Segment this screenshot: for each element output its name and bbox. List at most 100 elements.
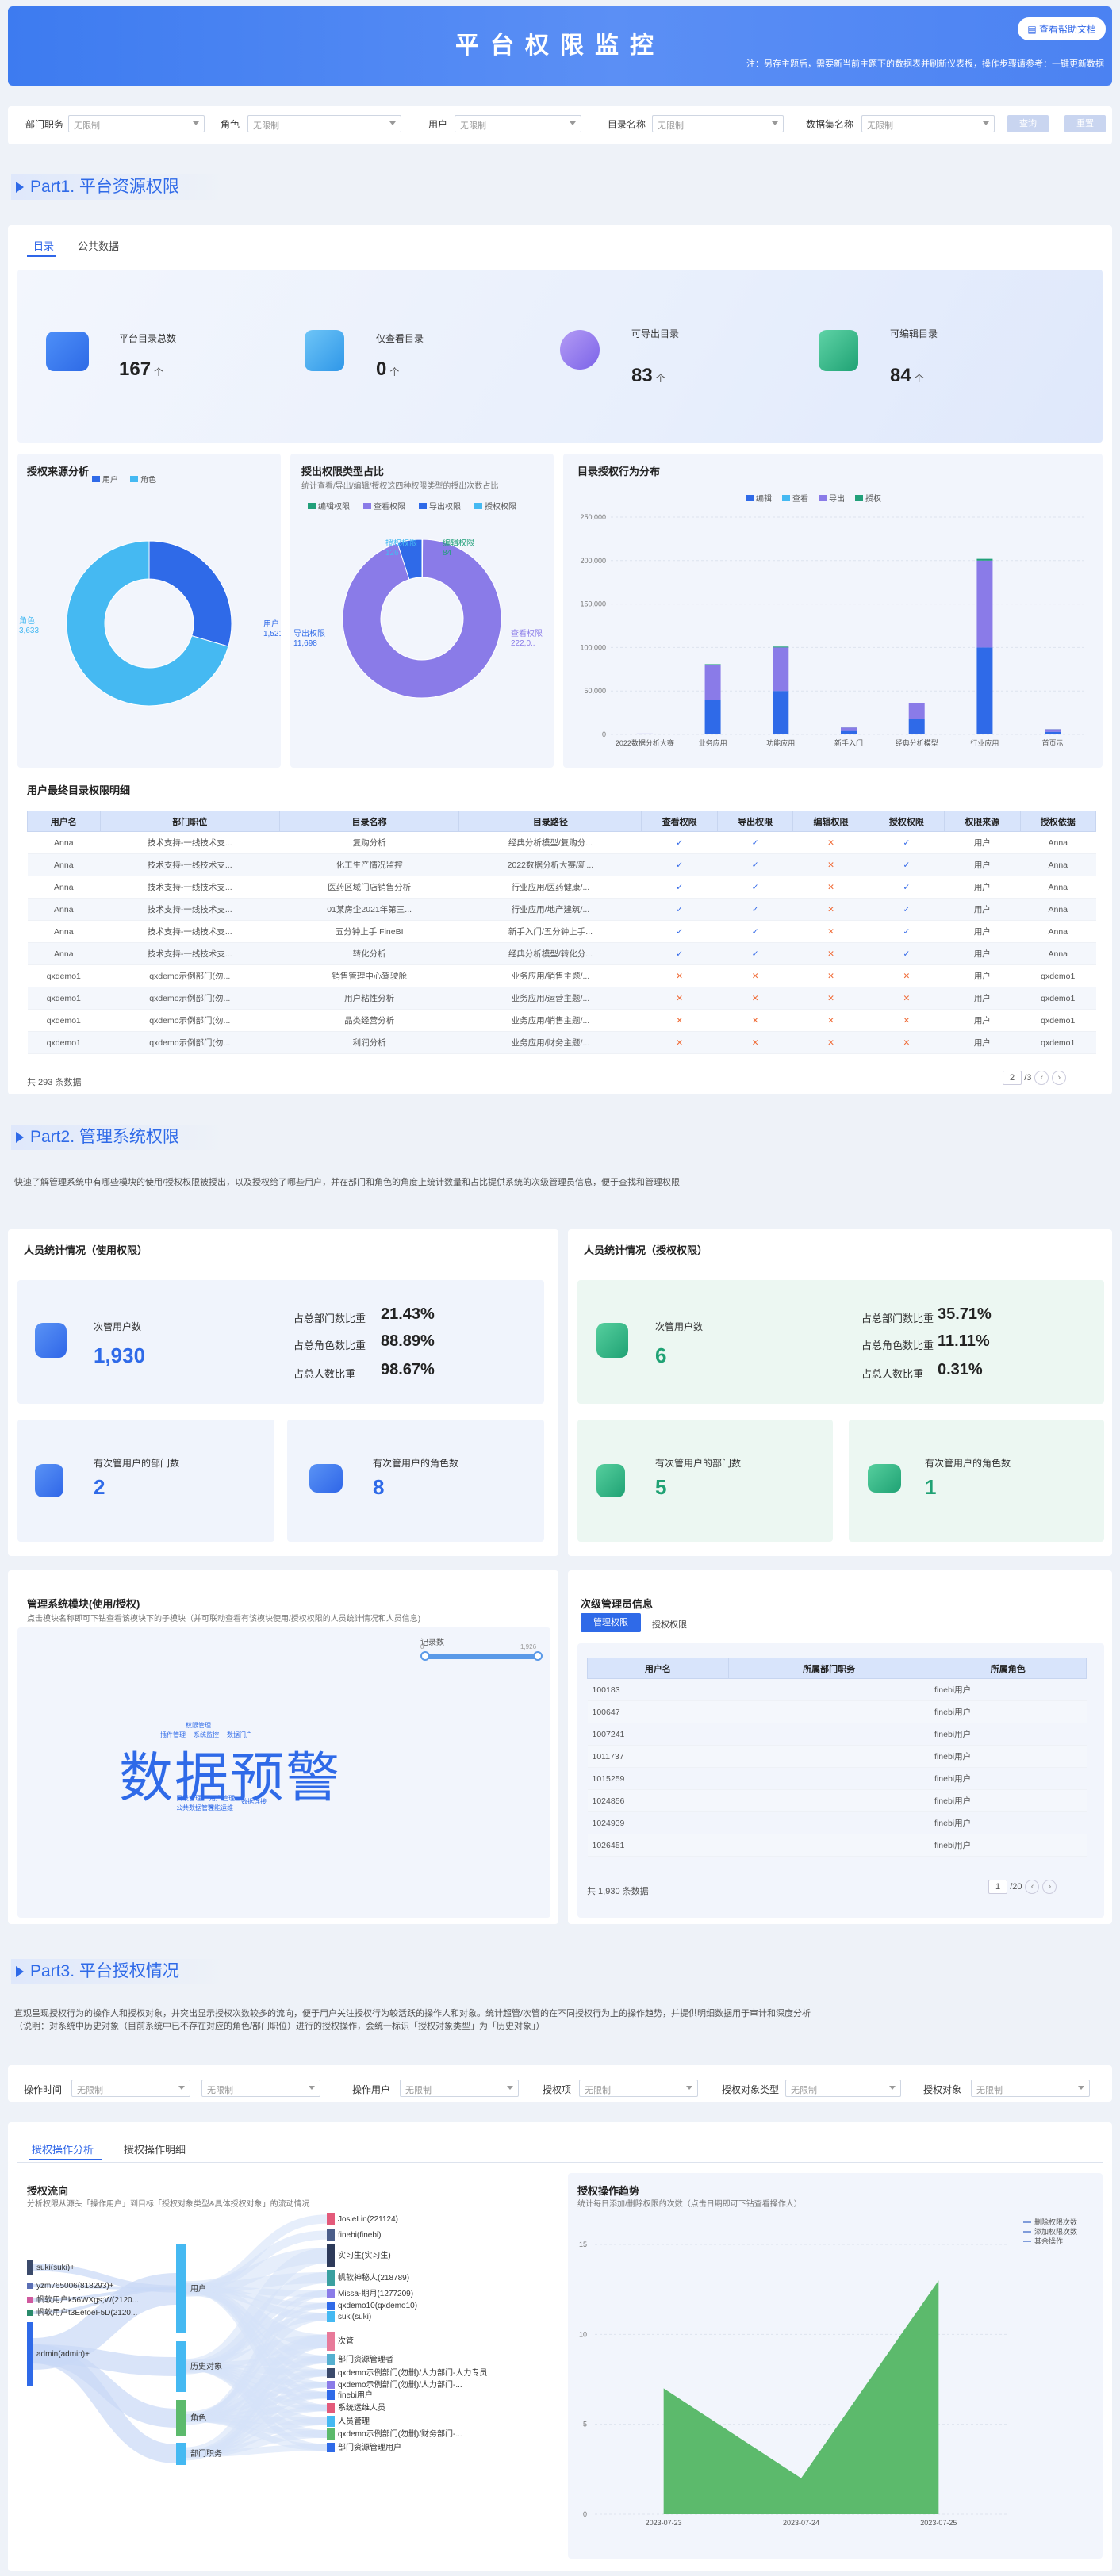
grant-r1-value: 35.71% — [938, 1305, 992, 1323]
record-slider[interactable] — [424, 1654, 539, 1659]
page-input[interactable]: 2 — [1003, 1071, 1022, 1085]
table-cell: ✕ — [641, 1009, 718, 1032]
dept-filter-select[interactable]: 无限制 — [68, 115, 205, 132]
table-header[interactable]: 权限来源 — [944, 811, 1021, 832]
role-filter-select[interactable]: 无限制 — [247, 115, 401, 132]
word-3[interactable]: 数据门户 — [227, 1731, 252, 1739]
time-start-input[interactable]: 无限制 — [71, 2080, 190, 2097]
tab-manage-permission[interactable]: 管理权限 — [581, 1613, 641, 1632]
table-header[interactable]: 目录名称 — [278, 811, 460, 832]
reset-button[interactable]: 重置 — [1064, 115, 1106, 132]
use-stats-title: 人员统计情况（使用权限） — [24, 1244, 148, 1256]
target-label: qxdemo示例部门(勿删)/财务部门-... — [338, 2428, 462, 2439]
obj-filter-select[interactable]: 无限制 — [971, 2080, 1090, 2097]
legend-label: 导出 — [829, 493, 845, 504]
word-2[interactable]: 系统监控 — [194, 1731, 219, 1739]
slider-handle-max[interactable] — [533, 1651, 543, 1661]
table-header[interactable]: 导出权限 — [716, 811, 794, 832]
item-filter-select[interactable]: 无限制 — [579, 2080, 698, 2097]
slider-handle-min[interactable] — [420, 1651, 430, 1661]
word-1[interactable]: 插件管理 — [160, 1731, 186, 1739]
tab-grant-detail[interactable]: 授权操作明细 — [124, 2141, 186, 2156]
admin-table-header[interactable]: 所属部门职务 — [727, 1658, 930, 1679]
tab-grant-analysis[interactable]: 授权操作分析 — [32, 2141, 94, 2156]
cross-icon: ✕ — [827, 860, 834, 870]
target-node — [327, 2311, 335, 2322]
admin-next-button[interactable]: › — [1042, 1880, 1057, 1894]
cross-icon: ✕ — [827, 1037, 834, 1048]
table-header[interactable]: 授权依据 — [1019, 811, 1096, 832]
admin-table-cell — [728, 1700, 930, 1723]
cross-icon: ✕ — [827, 904, 834, 914]
table-header[interactable]: 部门职位 — [99, 811, 280, 832]
help-doc-button[interactable]: ▤ 查看帮助文档 — [1018, 17, 1106, 40]
table-header[interactable]: 用户名 — [27, 811, 101, 832]
table-row[interactable]: Anna 技术支持-一线技术支... 01某房企2021年第三... 行业应用/地产建… — [27, 898, 1096, 921]
word-8[interactable]: 数据连接 — [241, 1797, 267, 1806]
admin-table-header[interactable]: 用户名 — [587, 1658, 729, 1679]
table-header[interactable]: 授权权限 — [868, 811, 945, 832]
admin-table-row[interactable]: 100183 finebi用户 — [587, 1678, 1087, 1701]
admin-table-row[interactable]: 1015259 finebi用户 — [587, 1767, 1087, 1790]
table-row[interactable]: qxdemo1 qxdemo示例部门(勿... 利润分析 业务应用/财务主题/... ✕… — [27, 1031, 1096, 1054]
table-row[interactable]: Anna 技术支持-一线技术支... 医药区域门店销售分析 行业应用/医药健康/...… — [27, 876, 1096, 899]
dir-filter-select[interactable]: 无限制 — [652, 115, 784, 132]
table-header[interactable]: 目录路径 — [458, 811, 642, 832]
x-tick-label: 首页示 — [1042, 738, 1064, 747]
table-cell: ✕ — [717, 1031, 793, 1054]
table-cell: ✕ — [792, 964, 869, 987]
word-5[interactable]: 用户管理 — [209, 1794, 235, 1803]
obj-type-filter-select[interactable]: 无限制 — [785, 2080, 901, 2097]
table-row[interactable]: Anna 技术支持-一线技术支... 化工生产情况监控 2022数据分析大赛/新...… — [27, 853, 1096, 876]
user-filter-select[interactable]: 无限制 — [455, 115, 581, 132]
table-cell: ✓ — [717, 942, 793, 965]
tab-public-data[interactable]: 公共数据 — [78, 238, 119, 253]
tab-grant-permission[interactable]: 授权权限 — [652, 1618, 687, 1631]
table-header[interactable]: 查看权限 — [641, 811, 718, 832]
detail-pager: 2 /3 ‹ › — [1003, 1071, 1067, 1085]
next-page-button[interactable]: › — [1052, 1071, 1067, 1085]
admin-table-row[interactable]: 1011737 finebi用户 — [587, 1745, 1087, 1768]
target-node — [327, 2229, 335, 2241]
time-end-input[interactable]: 无限制 — [201, 2080, 320, 2097]
admin-table-cell — [728, 1723, 930, 1746]
admin-page-input[interactable]: 1 — [988, 1880, 1008, 1894]
cross-icon: ✕ — [751, 1015, 759, 1025]
word-0[interactable]: 权限管理 — [186, 1721, 211, 1730]
table-row[interactable]: qxdemo1 qxdemo示例部门(勿... 品类经营分析 业务应用/销售主题/..… — [27, 1009, 1096, 1032]
cross-icon: ✕ — [903, 1037, 911, 1048]
admin-table-row[interactable]: 100647 finebi用户 — [587, 1700, 1087, 1723]
prev-page-button[interactable]: ‹ — [1034, 1071, 1049, 1085]
admin-table-row[interactable]: 1024856 finebi用户 — [587, 1789, 1087, 1812]
query-button[interactable]: 查询 — [1007, 115, 1049, 132]
word-7[interactable]: 智能运维 — [208, 1804, 233, 1812]
admin-table-row[interactable]: 1024939 finebi用户 — [587, 1811, 1087, 1834]
table-cell: 用户 — [944, 898, 1021, 921]
op-user-filter-select[interactable]: 无限制 — [400, 2080, 519, 2097]
table-row[interactable]: Anna 技术支持-一线技术支... 五分钟上手 FineBI 新手入门/五分钟上手.… — [27, 920, 1096, 943]
stat-export-value: 83 个 — [631, 365, 665, 386]
bar-segment — [704, 665, 721, 700]
table-row[interactable]: Anna 技术支持-一线技术支... 转化分析 经典分析模型/转化分... ✓ ✓ ✕ ✓ 用户… — [27, 942, 1096, 965]
dataset-filter-select[interactable]: 无限制 — [861, 115, 995, 132]
table-header[interactable]: 编辑权限 — [792, 811, 869, 832]
stat-total-label: 平台目录总数 — [119, 333, 177, 344]
tab-directory[interactable]: 目录 — [33, 238, 54, 253]
table-row[interactable]: Anna 技术支持-一线技术支... 复购分析 经典分析模型/复购分... ✓ ✓ ✕ ✓ 用户… — [27, 831, 1096, 854]
table-row[interactable]: qxdemo1 qxdemo示例部门(勿... 销售管理中心驾驶舱 业务应用/销售主题… — [27, 964, 1096, 987]
table-row[interactable]: qxdemo1 qxdemo示例部门(勿... 用户粘性分析 业务应用/运营主题/..… — [27, 987, 1096, 1010]
admin-prev-button[interactable]: ‹ — [1025, 1880, 1040, 1894]
admin-table-header[interactable]: 所属角色 — [929, 1658, 1087, 1679]
admin-table-row[interactable]: 1026451 finebi用户 — [587, 1834, 1087, 1857]
x-tick-label: 2023-07-23 — [646, 2519, 682, 2527]
admin-table-row[interactable]: 1007241 finebi用户 — [587, 1723, 1087, 1746]
word-4[interactable]: 目录管理 — [176, 1794, 201, 1803]
middle-node — [176, 2400, 186, 2436]
legend-label: 编辑 — [756, 493, 772, 504]
target-label: JosieLin(221124) — [338, 2215, 398, 2224]
stat-export-label: 可导出目录 — [631, 328, 680, 339]
table-cell: ✕ — [792, 1009, 869, 1032]
target-node — [327, 2368, 335, 2378]
table-cell: 业务应用/销售主题/... — [458, 964, 642, 987]
legend-label: 删除权限次数 — [1034, 2218, 1077, 2226]
